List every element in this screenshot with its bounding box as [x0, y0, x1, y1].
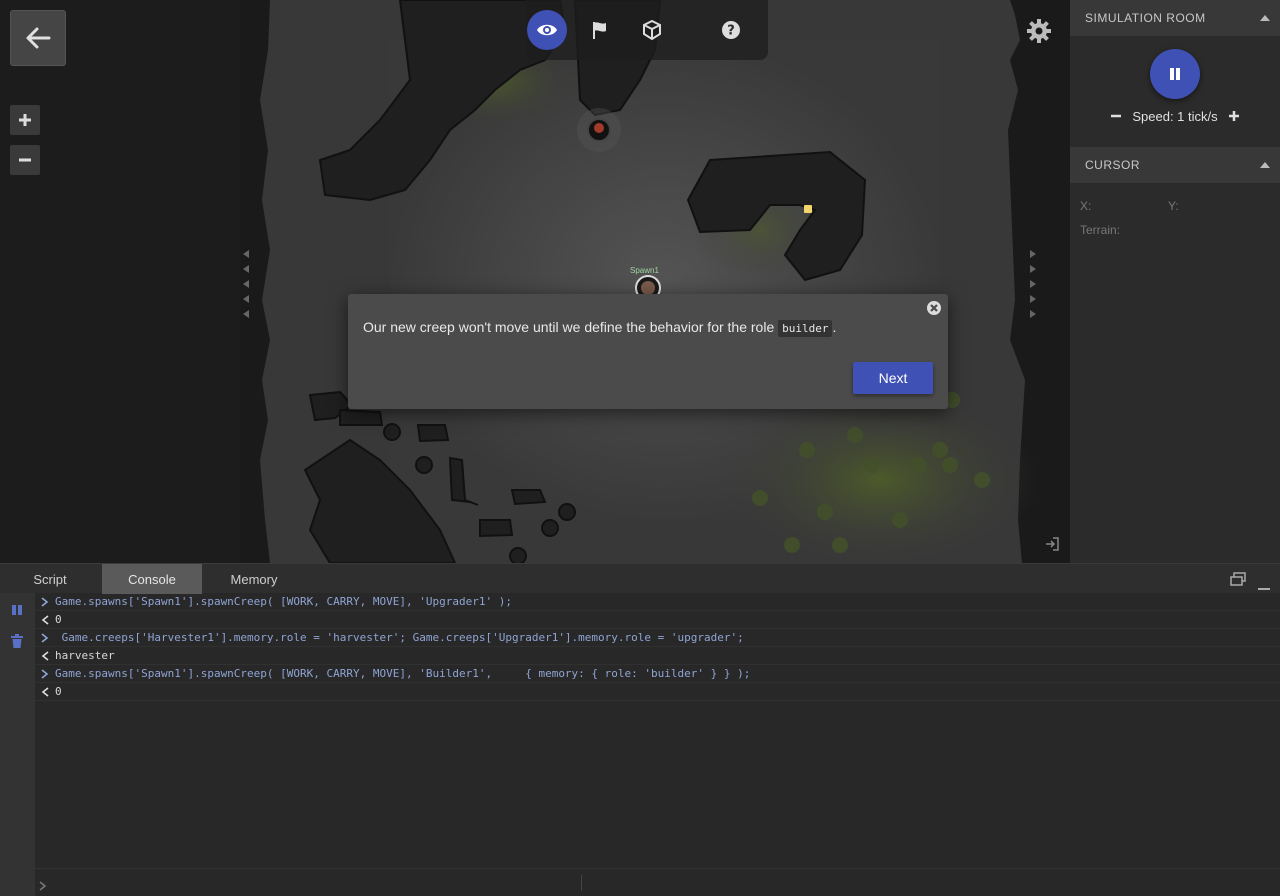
help-button[interactable]: ?	[711, 10, 751, 50]
bottom-panel: Script Console Memory Game.spawns['Spawn…	[0, 563, 1280, 896]
tab-console[interactable]: Console	[102, 564, 202, 594]
popout-icon[interactable]	[1230, 572, 1246, 591]
back-button[interactable]	[10, 10, 66, 66]
construct-mode-button[interactable]	[632, 10, 672, 50]
chevron-right-icon	[39, 878, 47, 896]
eye-icon	[537, 24, 557, 36]
console-line-text: Game.creeps['Harvester1'].memory.role = …	[55, 631, 744, 644]
speed-decrease-button[interactable]	[1109, 109, 1123, 123]
chevron-right-icon	[35, 668, 55, 679]
console-line-text: Game.spawns['Spawn1'].spawnCreep( [WORK,…	[55, 667, 751, 680]
map-toolbar: ?	[526, 0, 768, 60]
spawn-label: Spawn1	[630, 266, 659, 275]
collapse-icon[interactable]	[1260, 15, 1270, 21]
view-mode-button[interactable]	[527, 10, 567, 50]
pause-button[interactable]	[1150, 49, 1200, 99]
console-line-text: 0	[55, 613, 62, 626]
console-line-text: harvester	[55, 649, 115, 662]
settings-button[interactable]	[1026, 18, 1052, 44]
zoom-out-button[interactable]	[10, 145, 40, 175]
collapse-icon[interactable]	[1260, 162, 1270, 168]
cursor-terrain-label: Terrain:	[1080, 223, 1121, 237]
chevron-left-icon	[35, 686, 55, 697]
chevron-right-icon	[35, 632, 55, 643]
close-icon[interactable]	[926, 300, 942, 316]
cube-icon	[643, 20, 661, 40]
simulation-room-header[interactable]: SIMULATION ROOM	[1070, 0, 1280, 36]
next-button[interactable]: Next	[853, 362, 933, 394]
tutorial-dialog: Our new creep won't move until we define…	[348, 294, 948, 409]
sign-in-icon[interactable]	[1044, 536, 1060, 552]
console-output: Game.spawns['Spawn1'].spawnCreep( [WORK,…	[35, 593, 1280, 868]
speed-text: Speed: 1 tick/s	[1132, 108, 1218, 124]
trash-icon[interactable]	[11, 634, 23, 653]
cursor-title: CURSOR	[1085, 158, 1141, 172]
console-line: Game.creeps['Harvester1'].memory.role = …	[35, 629, 1280, 647]
left-controls	[0, 0, 240, 563]
speed-control: Speed: 1 tick/s	[1070, 107, 1280, 125]
console-line-text: 0	[55, 685, 62, 698]
console-line: Game.spawns['Spawn1'].spawnCreep( [WORK,…	[35, 593, 1280, 611]
chevron-right-icon	[35, 596, 55, 607]
simulation-room-title: SIMULATION ROOM	[1085, 11, 1206, 25]
chevron-left-icon	[35, 614, 55, 625]
pause-console-icon[interactable]	[11, 603, 23, 621]
dialog-text-after: .	[832, 319, 837, 335]
console-input[interactable]	[55, 875, 575, 891]
minus-icon	[19, 158, 31, 162]
terrain-view	[240, 0, 1070, 563]
svg-text:?: ?	[727, 24, 735, 39]
pause-icon	[1170, 68, 1180, 80]
right-panel: SIMULATION ROOM Speed: 1 tick/s CURSOR X…	[1070, 0, 1280, 563]
console-line-text: Game.spawns['Spawn1'].spawnCreep( [WORK,…	[55, 595, 512, 608]
dialog-text-before: Our new creep won't move until we define…	[363, 319, 779, 335]
console-line: 0	[35, 611, 1280, 629]
cursor-header[interactable]: CURSOR	[1070, 147, 1280, 183]
zoom-in-button[interactable]	[10, 105, 40, 135]
flag-icon	[593, 22, 606, 39]
arrow-left-icon	[26, 27, 51, 49]
console-line: harvester	[35, 647, 1280, 665]
bottom-tabs: Script Console Memory	[0, 563, 1280, 594]
chevron-left-icon	[35, 650, 55, 661]
console-input-row	[35, 868, 1280, 896]
dialog-message: Our new creep won't move until we define…	[363, 319, 837, 337]
gear-icon	[1027, 19, 1051, 43]
tab-script[interactable]: Script	[0, 564, 100, 594]
input-divider	[581, 875, 582, 891]
flag-mode-button[interactable]	[580, 10, 620, 50]
cursor-x-label: X:	[1080, 199, 1092, 213]
speed-increase-button[interactable]	[1227, 109, 1241, 123]
console-gutter	[0, 593, 35, 896]
plus-icon	[19, 114, 31, 126]
console-line: Game.spawns['Spawn1'].spawnCreep( [WORK,…	[35, 665, 1280, 683]
room-map[interactable]: ? Spawn1	[240, 0, 1070, 563]
console-line: 0	[35, 683, 1280, 701]
cursor-y-label: Y:	[1168, 199, 1179, 213]
minus-icon	[1111, 114, 1122, 118]
plus-icon	[1228, 111, 1239, 121]
exit-arrows-right	[1030, 250, 1040, 325]
tab-memory[interactable]: Memory	[204, 564, 304, 594]
dialog-code: builder	[778, 320, 833, 337]
help-icon: ?	[722, 21, 740, 39]
exit-arrows-left	[243, 250, 253, 325]
